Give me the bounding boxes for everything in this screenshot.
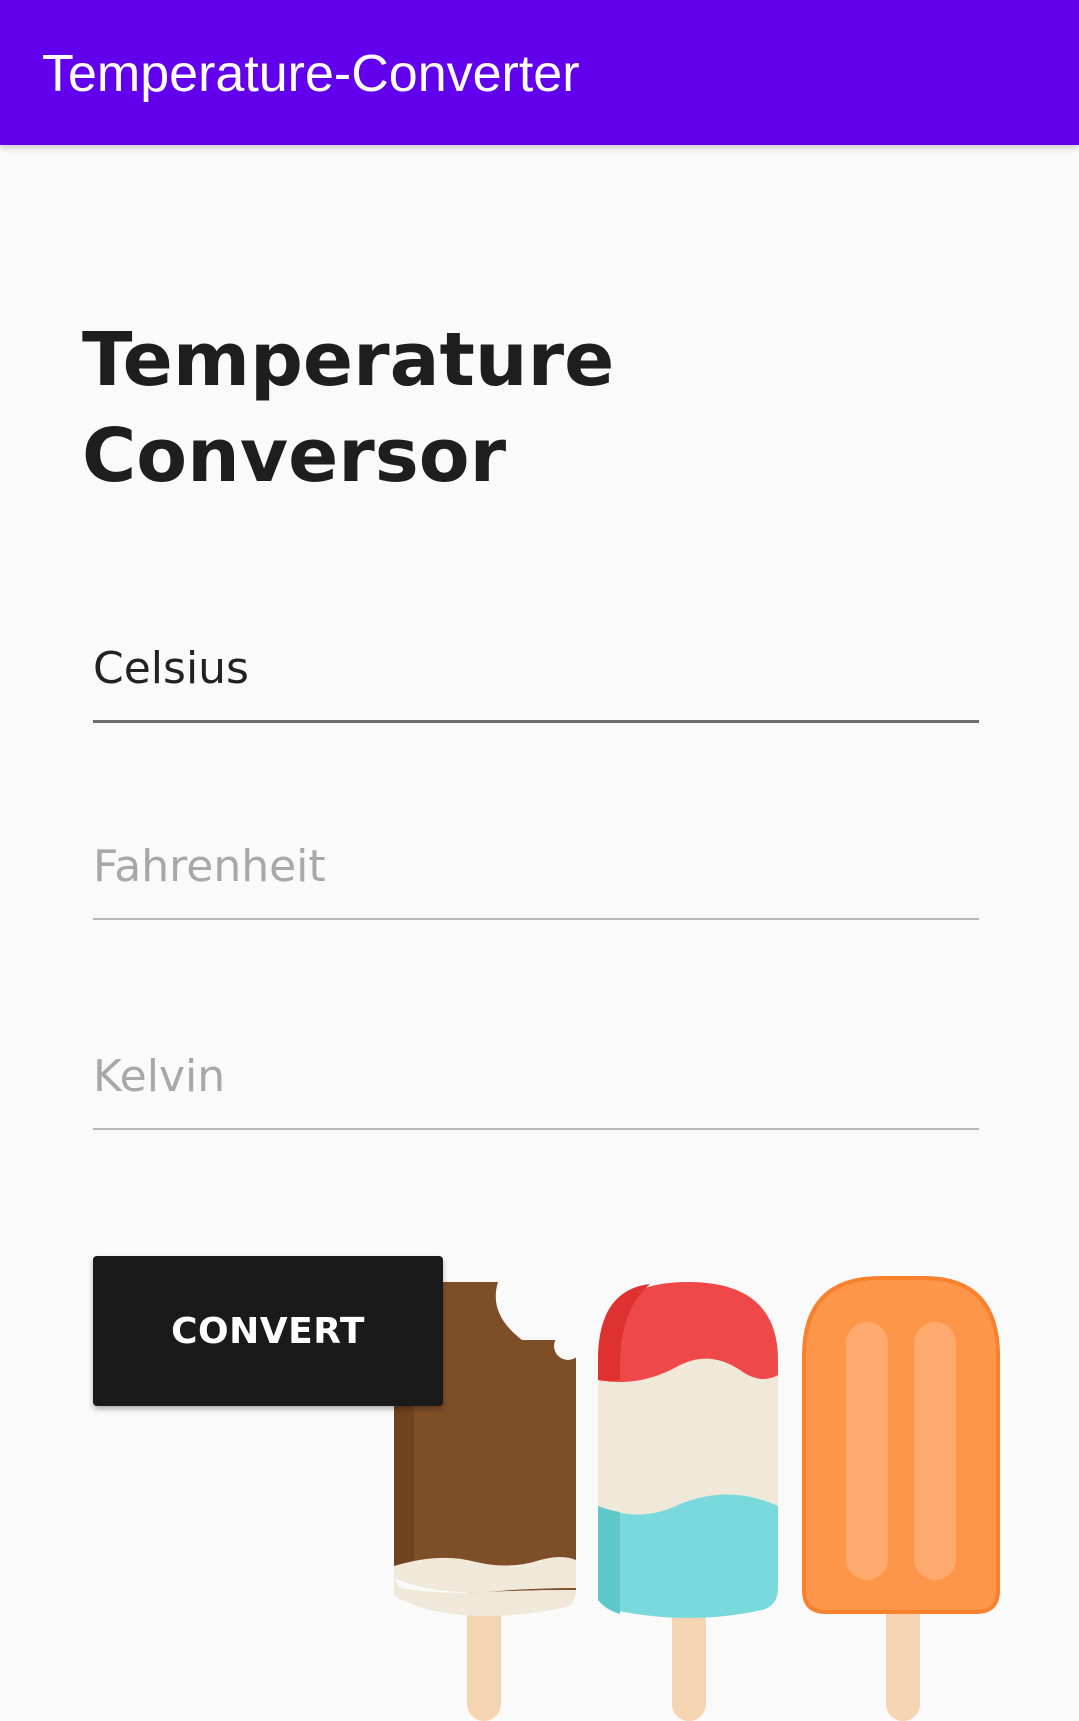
celsius-input[interactable] (93, 638, 979, 698)
page-title-line-2: Conversor (82, 413, 507, 499)
page-title-line-1: Temperature (82, 317, 615, 403)
page-title: Temperature Conversor (82, 312, 882, 504)
orange-popsicle (802, 1276, 1000, 1721)
fahrenheit-field (93, 836, 979, 920)
fahrenheit-underline (93, 918, 979, 920)
app-bar: Temperature-Converter (0, 0, 1079, 145)
celsius-field (93, 638, 979, 723)
popsicles-illustration (394, 1276, 1000, 1721)
kelvin-field (93, 1046, 979, 1130)
kelvin-input[interactable] (93, 1046, 979, 1106)
convert-button[interactable]: CONVERT (93, 1256, 443, 1406)
app-title: Temperature-Converter (42, 45, 580, 103)
celsius-underline (93, 720, 979, 723)
fahrenheit-input[interactable] (93, 836, 979, 896)
rocket-popsicle (598, 1282, 778, 1721)
kelvin-underline (93, 1128, 979, 1130)
